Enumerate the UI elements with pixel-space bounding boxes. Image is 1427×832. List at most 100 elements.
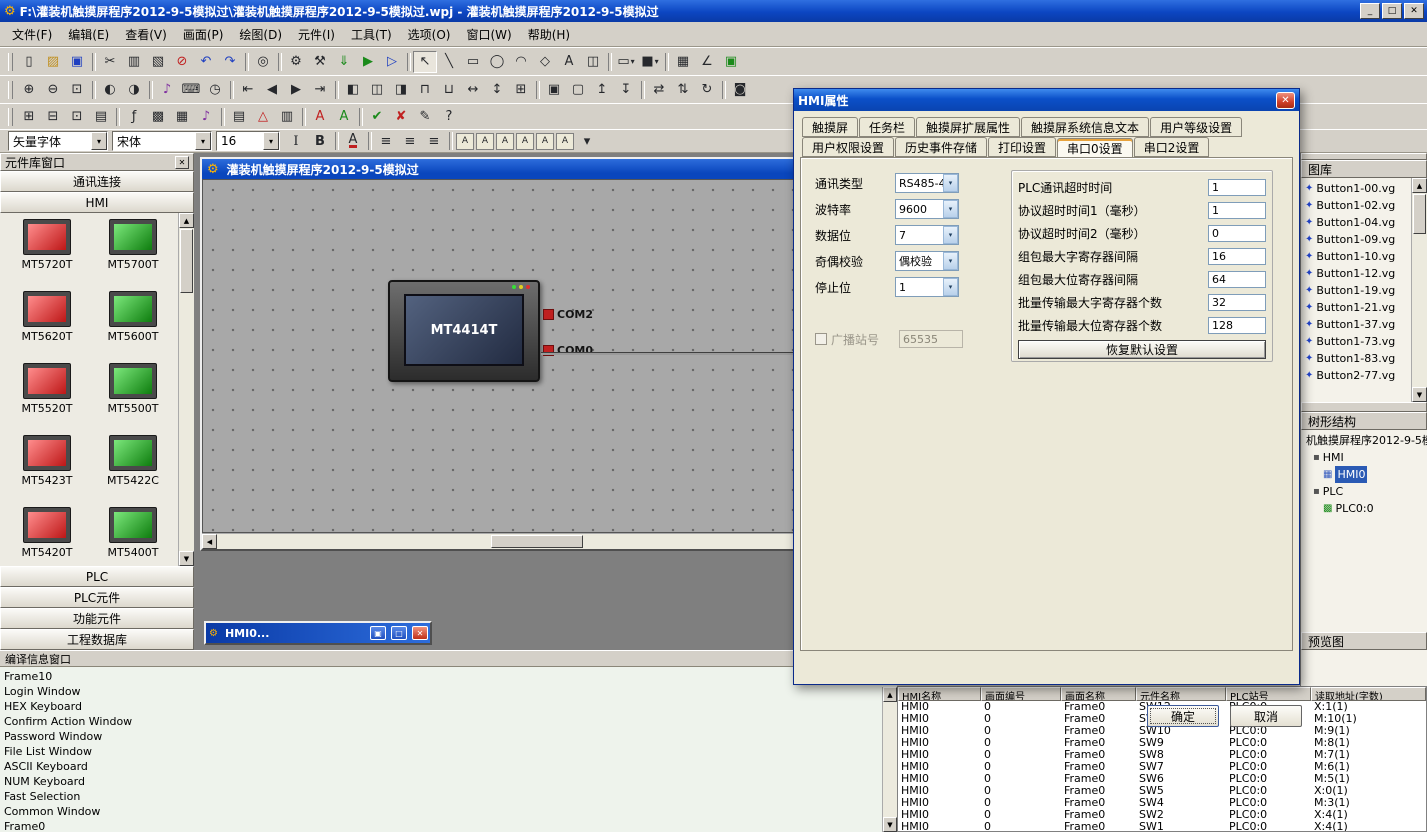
paste-icon[interactable]: ▧ xyxy=(146,51,170,73)
dialog-tab[interactable]: 用户等级设置 xyxy=(1150,117,1242,137)
new-window-icon[interactable]: ⊞ xyxy=(17,106,41,128)
device-item[interactable]: MT5420T xyxy=(4,507,90,566)
text-position-top-left-icon[interactable]: A xyxy=(456,133,474,150)
state-next-icon[interactable]: ◑ xyxy=(122,79,146,101)
minimize-button[interactable]: _ xyxy=(1360,3,1380,19)
menu-item[interactable]: 画面(P) xyxy=(175,22,232,47)
dialog-tab[interactable]: 用户权限设置 xyxy=(802,137,894,157)
italic-button[interactable]: I xyxy=(284,130,308,152)
scroll-down-icon[interactable]: ▼ xyxy=(1412,387,1427,402)
image-tool-icon[interactable]: ◫ xyxy=(581,51,605,73)
window-list-icon[interactable]: ▤ xyxy=(89,106,113,128)
line-tool-icon[interactable]: ╲ xyxy=(437,51,461,73)
library-section-button[interactable]: 功能元件 xyxy=(0,608,194,629)
scroll-up-icon[interactable]: ▲ xyxy=(883,687,897,702)
dialog-tab[interactable]: 串口2设置 xyxy=(1134,137,1210,157)
resource-library-icon[interactable]: ♪ xyxy=(194,106,218,128)
grid-setup-icon[interactable]: ▦ xyxy=(671,51,695,73)
ok-button[interactable]: 确定 xyxy=(1147,705,1219,727)
save-icon[interactable]: ▣ xyxy=(65,51,89,73)
device-item[interactable]: MT5423T xyxy=(4,435,90,507)
dialog-tab[interactable]: 历史事件存储 xyxy=(895,137,987,157)
restore-button[interactable]: ▣ xyxy=(370,626,386,640)
menu-item[interactable]: 窗口(W) xyxy=(458,22,519,47)
table-row[interactable]: HMI0 0 Frame0 SW2 PLC0:0 X:4(1) xyxy=(898,809,1426,821)
window-properties-icon[interactable]: ⊡ xyxy=(65,106,89,128)
tree-item[interactable]: ▪ PLC xyxy=(1303,483,1427,500)
ungroup-icon[interactable]: ▢ xyxy=(566,79,590,101)
compile-icon[interactable]: ⚒ xyxy=(308,51,332,73)
keyboard-icon[interactable]: ⌨ xyxy=(179,79,203,101)
align-right-icon[interactable]: ◨ xyxy=(389,79,413,101)
last-window-icon[interactable]: ⇥ xyxy=(308,79,332,101)
close-button[interactable]: ✕ xyxy=(1404,3,1424,19)
serial-field-combobox[interactable]: RS485-4 ▾ xyxy=(895,173,959,193)
align-bottom-icon[interactable]: ⊔ xyxy=(437,79,461,101)
device-item[interactable]: MT5600T xyxy=(90,291,176,363)
text-align-right-icon[interactable]: ≡ xyxy=(422,130,446,152)
scroll-down-icon[interactable]: ▼ xyxy=(883,817,897,832)
library-section-button[interactable]: 工程数据库 xyxy=(0,629,194,650)
chevron-down-icon[interactable]: ▾ xyxy=(943,200,958,218)
online-simulation-icon[interactable]: ▷ xyxy=(380,51,404,73)
undo-icon[interactable]: ↶ xyxy=(194,51,218,73)
plc-field-input[interactable] xyxy=(1208,294,1266,311)
gallery-list-item[interactable]: ✦ Button1-09.vg xyxy=(1305,231,1411,248)
gallery-list-item[interactable]: ✦ Button1-00.vg xyxy=(1305,180,1411,197)
zoom-out-icon[interactable]: ⊖ xyxy=(41,79,65,101)
align-center-horizontal-icon[interactable]: ◫ xyxy=(365,79,389,101)
compile-info-item[interactable]: Confirm Action Window xyxy=(4,714,893,729)
scrollbar-thumb[interactable] xyxy=(1413,194,1426,234)
device-item[interactable]: MT5520T xyxy=(4,363,90,435)
previous-window-icon[interactable]: ◀ xyxy=(260,79,284,101)
open-file-icon[interactable]: ▨ xyxy=(41,51,65,73)
chevron-down-icon[interactable]: ▾ xyxy=(943,174,958,192)
compile-info-item[interactable]: Frame0 xyxy=(4,819,893,832)
menu-item[interactable]: 元件(I) xyxy=(290,22,343,47)
scrollbar-thumb[interactable] xyxy=(491,535,583,548)
cancel-button[interactable]: 取消 xyxy=(1230,705,1302,727)
polygon-tool-icon[interactable]: ◇ xyxy=(533,51,557,73)
text-position-dropdown-icon[interactable]: ▾ xyxy=(575,130,599,152)
gallery-list-item[interactable]: ✦ Button2-77.vg xyxy=(1305,367,1411,384)
restore-defaults-button[interactable]: 恢复默认设置 xyxy=(1018,340,1266,359)
ellipse-tool-icon[interactable]: ◯ xyxy=(485,51,509,73)
text-position-top-icon[interactable]: A xyxy=(476,133,494,150)
menu-item[interactable]: 绘图(D) xyxy=(231,22,290,47)
dialog-tab[interactable]: 任务栏 xyxy=(859,117,915,137)
text-position-top-right-icon[interactable]: A xyxy=(496,133,514,150)
maximize-button[interactable]: □ xyxy=(391,626,407,640)
find-icon[interactable]: ◎ xyxy=(251,51,275,73)
flip-vertical-icon[interactable]: ⇅ xyxy=(671,79,695,101)
align-top-icon[interactable]: ⊓ xyxy=(413,79,437,101)
event-information-icon[interactable]: ▤ xyxy=(227,106,251,128)
gallery-list-item[interactable]: ✦ Button1-12.vg xyxy=(1305,265,1411,282)
system-parameters-icon[interactable]: ⚙ xyxy=(284,51,308,73)
scroll-up-icon[interactable]: ▲ xyxy=(1412,178,1427,193)
gallery-list-item[interactable]: ✦ Button1-21.vg xyxy=(1305,299,1411,316)
redo-icon[interactable]: ↷ xyxy=(218,51,242,73)
tree-item[interactable]: ▩ PLC0:0 xyxy=(1303,500,1427,517)
compile-info-item[interactable]: File List Window xyxy=(4,744,893,759)
hmi-device[interactable]: MT4414T xyxy=(388,280,540,382)
label-library-icon[interactable]: ▩ xyxy=(146,106,170,128)
lock-icon[interactable]: ◙ xyxy=(728,79,752,101)
data-sampling-icon[interactable]: ▥ xyxy=(275,106,299,128)
gallery-list-item[interactable]: ✦ Button1-02.vg xyxy=(1305,197,1411,214)
angle-icon[interactable]: ∠ xyxy=(695,51,719,73)
device-item[interactable]: MT5700T xyxy=(90,219,176,291)
hmi0-mini-window-titlebar[interactable]: ⚙ HMI0... ▣ □ ✕ xyxy=(206,623,430,643)
scrollbar-thumb[interactable] xyxy=(180,229,193,293)
library-section-button[interactable]: PLC元件 xyxy=(0,587,194,608)
cut-icon[interactable]: ✂ xyxy=(98,51,122,73)
close-icon[interactable]: ✕ xyxy=(175,156,189,169)
delete-icon[interactable]: ⊘ xyxy=(170,51,194,73)
language-1-icon[interactable]: A xyxy=(308,106,332,128)
line-color-icon[interactable]: ▭ xyxy=(614,51,638,73)
language-2-icon[interactable]: A xyxy=(332,106,356,128)
library-section-button[interactable]: 通讯连接 xyxy=(0,171,194,192)
macro-editor-icon[interactable]: ƒ xyxy=(122,106,146,128)
bring-to-front-icon[interactable]: ↥ xyxy=(590,79,614,101)
gallery-list-item[interactable]: ✦ Button1-10.vg xyxy=(1305,248,1411,265)
device-item[interactable]: MT5500T xyxy=(90,363,176,435)
